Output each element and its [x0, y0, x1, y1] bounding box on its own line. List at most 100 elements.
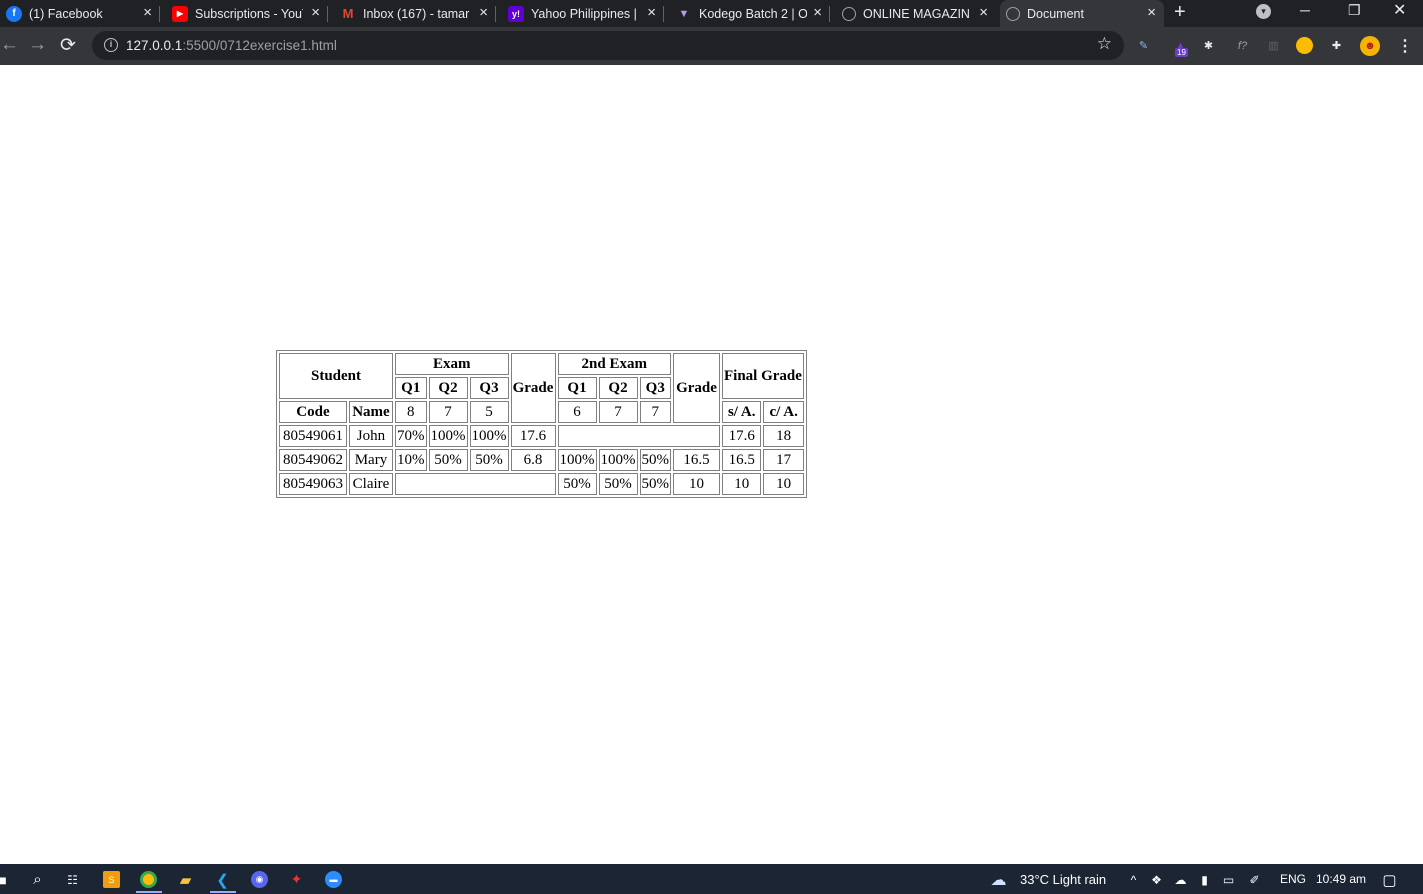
table-row: 80549061 John 70% 100% 100% 17.6 17.6 18 — [279, 425, 804, 447]
file-explorer-icon[interactable]: ▰ — [177, 871, 194, 889]
search-icon[interactable]: ⌕ — [29, 871, 46, 888]
exam-grade: 17.6 — [510, 425, 556, 447]
avatar[interactable]: ☻ — [1360, 36, 1380, 56]
exam-q1: 10% — [395, 449, 427, 471]
notification-icon[interactable]: ▢ — [1381, 871, 1398, 889]
tab-title: Yahoo Philippines | — [531, 6, 637, 21]
close-icon[interactable]: × — [311, 4, 320, 21]
more-menu-icon[interactable]: ⋮ — [1397, 36, 1413, 56]
close-icon[interactable]: × — [1147, 4, 1156, 21]
windows-start-icon[interactable]: ■ — [0, 871, 11, 888]
final-ca: 10 — [763, 473, 804, 495]
exam2-q3: 50% — [639, 473, 671, 495]
url-host: 127.0.0.1 — [126, 38, 183, 53]
student-code: 80549061 — [279, 425, 347, 447]
final-sa: 16.5 — [722, 449, 762, 471]
code-header: Code — [279, 401, 347, 423]
grades-table: Student Exam Grade 2nd Exam Grade Final … — [276, 350, 807, 498]
tab-kodego[interactable]: ▼ Kodego Batch 2 | O × — [670, 0, 830, 27]
exam2-q3-max: 7 — [639, 401, 671, 423]
clock[interactable]: 10:49 am — [1316, 872, 1366, 886]
tab-online-magazine[interactable]: ONLINE MAGAZINE × — [836, 0, 996, 27]
onedrive-icon[interactable]: ☁ — [1172, 871, 1189, 888]
ca-header: c/ A. — [763, 401, 804, 423]
reload-icon[interactable]: ⟳ — [60, 34, 76, 57]
student-code: 80549063 — [279, 473, 347, 495]
pen-extension-icon[interactable]: ✎ — [1135, 37, 1152, 54]
tab-title: Document — [1027, 6, 1084, 21]
minimize-icon[interactable]: ─ — [1300, 2, 1310, 18]
tab-strip: f (1) Facebook × ▶ Subscriptions - YouTu… — [0, 0, 1423, 27]
exam2-q2: 50% — [598, 473, 638, 495]
final-grade-header: Final Grade — [722, 353, 804, 399]
new-tab-button[interactable]: + — [1174, 1, 1186, 24]
tab-yahoo[interactable]: y! Yahoo Philippines | × — [502, 0, 664, 27]
exam2-q3: 50% — [639, 449, 671, 471]
exam-q3: 100% — [469, 425, 509, 447]
kodego-icon: ▼ — [678, 7, 690, 20]
close-icon[interactable]: × — [813, 4, 822, 21]
discord-icon[interactable]: ◉ — [251, 871, 268, 888]
close-window-icon[interactable]: ✕ — [1393, 0, 1406, 20]
gear-extension-icon[interactable]: ✱ — [1200, 37, 1217, 54]
zoom-icon[interactable]: ▬ — [325, 871, 342, 888]
exam-q2-max: 7 — [428, 401, 468, 423]
weather-text[interactable]: 33°C Light rain — [1020, 872, 1106, 887]
formula-extension-icon[interactable]: f? — [1234, 37, 1251, 54]
exam-q1: 70% — [395, 425, 427, 447]
microphone-icon[interactable]: ▮ — [1196, 871, 1213, 888]
tab-facebook[interactable]: f (1) Facebook × — [0, 0, 160, 27]
globe-icon — [1006, 6, 1020, 21]
q2-header: Q2 — [428, 377, 468, 399]
chevron-down-icon[interactable]: ▾ — [1256, 4, 1271, 19]
vscode-icon[interactable]: ❮ — [214, 871, 231, 889]
sa-header: s/ A. — [722, 401, 762, 423]
forward-icon[interactable]: → — [28, 34, 47, 56]
chrome-taskbar-icon[interactable] — [140, 871, 157, 888]
tab-title: Subscriptions - YouTube — [195, 6, 303, 21]
close-icon[interactable]: × — [647, 4, 656, 21]
globe-icon — [842, 6, 856, 21]
sublime-icon[interactable]: S — [103, 871, 120, 888]
grid-extension-icon[interactable]: ▥ — [1265, 37, 1282, 54]
chevron-up-icon[interactable]: ^ — [1125, 871, 1142, 888]
restore-icon[interactable]: ❐ — [1348, 2, 1361, 19]
task-view-icon[interactable]: ☷ — [64, 871, 81, 888]
tab-document[interactable]: Document × — [1000, 0, 1164, 27]
exam-q1-max: 8 — [395, 401, 427, 423]
empty-second-exam — [557, 425, 720, 447]
tab-gmail[interactable]: M Inbox (167) - tamar × — [334, 0, 496, 27]
name-header: Name — [348, 401, 393, 423]
chrome-extension-icon[interactable] — [1296, 37, 1313, 54]
close-icon[interactable]: × — [979, 4, 988, 21]
tab-youtube[interactable]: ▶ Subscriptions - YouTube × — [166, 0, 328, 27]
dropbox-icon[interactable]: ❖ — [1148, 871, 1165, 888]
student-name: John — [348, 425, 393, 447]
student-name: Mary — [348, 449, 393, 471]
info-icon[interactable]: i — [104, 38, 118, 52]
close-icon[interactable]: × — [479, 4, 488, 21]
weather-cloud-icon[interactable]: ☁ — [990, 871, 1007, 889]
close-icon[interactable]: × — [143, 4, 152, 21]
pen-icon[interactable]: ✐ — [1246, 871, 1263, 888]
bookmark-star-icon[interactable]: ☆ — [1097, 34, 1112, 54]
tab-title: Inbox (167) - tamar — [363, 6, 470, 21]
q1-header: Q1 — [395, 377, 427, 399]
back-icon[interactable]: ← — [0, 34, 19, 56]
student-code: 80549062 — [279, 449, 347, 471]
student-name: Claire — [348, 473, 393, 495]
app-icon[interactable]: ✦ — [288, 871, 305, 888]
q2b-header: Q2 — [598, 377, 638, 399]
exam2-q1: 100% — [557, 449, 597, 471]
network-icon[interactable]: ▭ — [1220, 871, 1237, 888]
language-indicator[interactable]: ENG — [1280, 872, 1306, 886]
address-url[interactable]: 127.0.0.1:5500/0712exercise1.html — [126, 38, 337, 53]
extension-badge: 19 — [1175, 48, 1188, 57]
tab-title: (1) Facebook — [29, 6, 103, 21]
puzzle-extensions-icon[interactable]: ✚ — [1328, 37, 1345, 54]
address-bar[interactable]: i 127.0.0.1:5500/0712exercise1.html ☆ — [92, 31, 1124, 60]
table-row: 80549062 Mary 10% 50% 50% 6.8 100% 100% … — [279, 449, 804, 471]
final-sa: 17.6 — [722, 425, 762, 447]
tab-title: Kodego Batch 2 | O — [699, 6, 807, 21]
facebook-icon: f — [6, 5, 22, 22]
